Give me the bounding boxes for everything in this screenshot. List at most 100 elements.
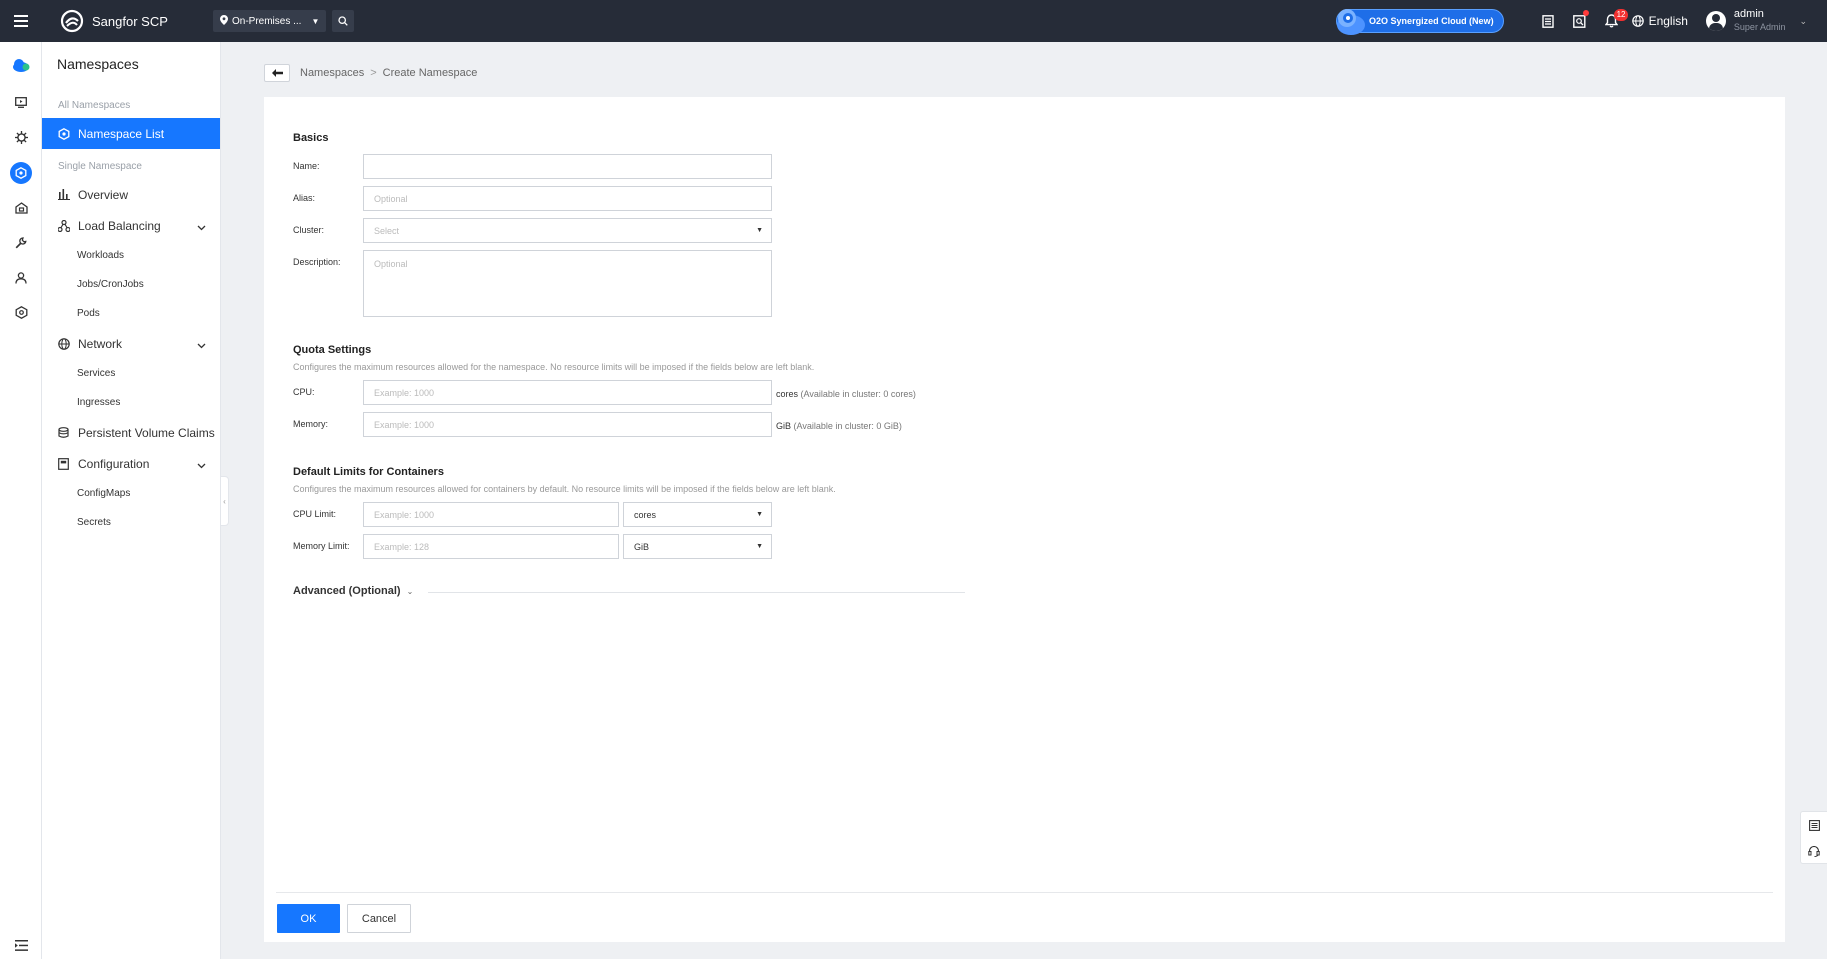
advanced-toggle[interactable]: Advanced (Optional) ⌄ [293,585,413,597]
caret-down-icon: ▼ [756,543,763,550]
cancel-button[interactable]: Cancel [347,904,411,933]
memory-limit-unit-select[interactable]: GiB ▼ [623,534,772,559]
floating-tools [1800,811,1827,864]
search-icon[interactable] [332,10,355,32]
chevron-down-icon: ⌄ [1799,15,1807,26]
sidebar-item-jobs[interactable]: Jobs/CronJobs [42,270,220,299]
cpu-unit: cores [776,389,799,399]
user-role: Super Admin [1733,22,1786,32]
basics-title: Basics [293,132,329,144]
sidebar-item-load-balancing[interactable]: Load Balancing [42,210,220,241]
cpu-limit-unit-select[interactable]: cores ▼ [623,502,772,527]
cpu-limit-input[interactable]: Example: 1000 [363,502,619,527]
arrow-left-icon [271,69,283,77]
user-icon[interactable] [0,260,42,295]
name-input[interactable] [363,154,772,179]
alias-input[interactable]: Optional [363,186,772,211]
sidebar-item-pods[interactable]: Pods [42,299,220,328]
sidebar: Namespaces All Namespaces Namespace List… [42,42,221,959]
sidebar-item-label: Overview [78,187,129,202]
memory-label: Memory: [293,419,329,429]
description-textarea[interactable]: Optional [363,250,772,317]
o2o-cloud-badge[interactable]: O2O Synergized Cloud (New) [1336,9,1504,35]
brand-name: Sangfor SCP [92,13,168,29]
sidebar-item-services[interactable]: Services [42,359,220,388]
sidebar-item-label: Network [78,336,123,351]
breadcrumb-current: Create Namespace [382,67,478,79]
cloud-home-icon[interactable] [0,45,42,85]
breadcrumb-parent[interactable]: Namespaces [300,67,364,79]
divider [428,592,965,593]
breadcrumb: Namespaces > Create Namespace [264,64,477,82]
menu-icon[interactable] [0,0,42,42]
language-switch[interactable]: English [1631,14,1688,28]
sidebar-collapse-handle[interactable]: ‹ [221,476,229,526]
storage-house-icon[interactable] [0,190,42,225]
chevron-down-icon [197,338,206,352]
sidebar-section-single: Single Namespace [58,161,142,172]
back-button[interactable] [264,64,290,82]
sidebar-item-ingresses[interactable]: Ingresses [42,388,220,417]
monitor-icon[interactable] [0,85,42,120]
collapse-menu-icon[interactable] [0,940,42,951]
memory-limit-input[interactable]: Example: 128 [363,534,619,559]
support-headset-icon[interactable] [1801,838,1827,864]
bell-icon[interactable]: 12 [1596,0,1629,42]
wrench-icon[interactable] [0,225,42,260]
cluster-select[interactable]: Select ▼ [363,218,772,243]
sidebar-item-workloads[interactable]: Workloads [42,241,220,270]
sidebar-item-label: Namespace List [78,126,165,141]
caret-down-icon: ▼ [311,16,320,26]
kubernetes-icon[interactable] [0,155,42,190]
notification-dot [1582,10,1589,16]
memory-unit: GiB [776,421,792,431]
brand[interactable]: Sangfor SCP [60,9,210,33]
memory-quota-input[interactable]: Example: 1000 [363,412,772,437]
memory-quota-unit: GiB (Available in cluster: 0 GiB) [776,421,902,431]
quota-settings-description: Configures the maximum resources allowed… [293,362,815,372]
config-file-icon [58,457,72,470]
sidebar-item-namespace-list[interactable]: Namespace List [42,118,220,149]
name-label: Name: [293,161,320,171]
top-bar: Sangfor SCP On-Premises ... ▼ O2O Synerg… [0,0,1827,42]
sidebar-item-secrets[interactable]: Secrets [42,508,220,537]
helm-icon[interactable] [0,120,42,155]
chevron-down-icon: ⌄ [406,586,414,596]
language-label: English [1648,14,1688,28]
o2o-badge-label: O2O Synergized Cloud (New) [1369,16,1494,26]
caret-down-icon: ▼ [756,511,763,518]
sangfor-logo-icon [60,9,84,33]
avatar [1705,11,1726,31]
quota-settings-title: Quota Settings [293,344,372,356]
document-icon[interactable] [1801,812,1827,838]
cluster-select-value: Select [374,225,400,236]
environment-select[interactable]: On-Premises ... ▼ [213,10,327,32]
globe-icon [58,337,72,350]
sidebar-item-overview[interactable]: Overview [42,179,220,210]
memory-limit-label: Memory Limit: [293,541,350,551]
default-limits-description: Configures the maximum resources allowed… [293,484,836,494]
location-pin-icon [220,14,228,28]
sidebar-item-network[interactable]: Network [42,328,220,359]
environment-select-value: On-Premises ... [232,15,302,27]
sidebar-title: Namespaces [57,56,139,72]
sidebar-item-configuration[interactable]: Configuration [42,448,220,479]
chevron-down-icon [197,458,206,472]
memory-limit-unit-value: GiB [634,541,650,552]
user-menu[interactable]: admin Super Admin ⌄ [1705,8,1807,34]
user-name: admin [1733,8,1764,20]
cpu-limit-label: CPU Limit: [293,509,337,519]
network-nodes-icon [58,219,72,232]
sidebar-item-pvc[interactable]: Persistent Volume Claims [42,417,220,448]
settings-hexagon-icon[interactable] [0,295,42,330]
chevron-down-icon [197,220,206,234]
task-search-icon[interactable] [1564,0,1596,42]
cpu-quota-input[interactable]: Example: 1000 [363,380,772,405]
storage-icon [58,426,72,439]
sidebar-item-configmaps[interactable]: ConfigMaps [42,479,220,508]
cpu-label: CPU: [293,387,315,397]
document-list-icon[interactable] [1532,0,1564,42]
ok-button[interactable]: OK [277,904,340,933]
memory-available: (Available in cluster: 0 GiB) [793,421,902,431]
alias-label: Alias: [293,193,316,203]
